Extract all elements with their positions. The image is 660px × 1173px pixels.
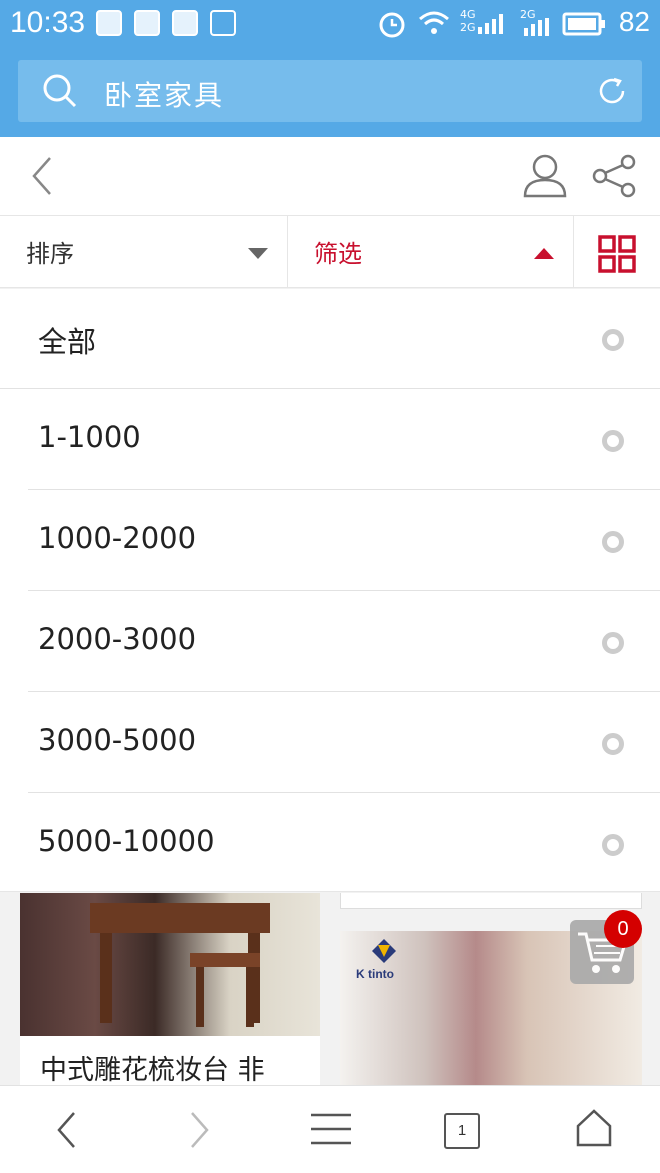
uc-browser-notification-icon [96,10,122,36]
price-option[interactable]: 2000-3000 [28,592,660,692]
home-icon[interactable] [574,1108,614,1148]
back-arrow-icon[interactable] [28,155,56,197]
filter-bar: 排序 筛选 [0,216,660,288]
brand-logo-text: K tinto [356,967,394,981]
product-image [20,893,320,1036]
uc-browser-notification-icon [172,10,198,36]
wifi-icon [419,11,449,34]
page-header [0,137,660,216]
alarm-icon [379,12,405,38]
price-option-label: 1-1000 [38,420,141,454]
search-icon [43,74,77,108]
price-option-label: 全部 [38,325,97,359]
network-type-label: 4G 2G [460,8,476,34]
grid-view-icon [598,235,636,273]
signal-icon [524,18,549,36]
browser-bottom-bar: 1 [0,1085,660,1173]
price-option[interactable]: 1-1000 [28,390,660,490]
price-option[interactable]: 1000-2000 [28,491,660,591]
radio-button[interactable] [602,632,624,654]
price-option[interactable]: 5000-10000 [28,794,660,894]
product-grid: 中式雕花梳妆台 非 K tinto [0,893,660,1085]
price-option-label: 5000-10000 [38,824,215,858]
search-box[interactable]: 卧室家具 [18,60,642,122]
radio-button[interactable] [602,733,624,755]
battery-icon [562,12,605,36]
product-card[interactable] [340,893,642,909]
caret-up-icon [534,248,554,259]
share-icon[interactable] [590,153,638,199]
uc-browser-notification-icon [134,10,160,36]
user-icon[interactable] [522,153,568,199]
cart-count-badge: 0 [604,910,642,948]
image-notification-icon [210,10,236,36]
price-filter-dropdown: 全部 1-1000 1000-2000 2000-3000 3000-5000 … [0,289,660,892]
radio-button[interactable] [602,834,624,856]
menu-icon[interactable] [310,1112,352,1146]
sort-label: 排序 [26,240,74,268]
browser-back-icon[interactable] [54,1110,78,1150]
status-bar: 10:33 4G 2G 2G 82 [0,0,660,48]
battery-level: 82 [618,6,650,37]
tabs-button[interactable]: 1 [444,1113,480,1149]
status-time: 10:33 [10,6,86,39]
filter-label: 筛选 [314,240,362,268]
browser-address-bar: 卧室家具 [0,48,660,137]
browser-forward-icon[interactable] [188,1110,212,1150]
radio-button[interactable] [602,531,624,553]
radio-button[interactable] [602,430,624,452]
price-option-label: 3000-5000 [38,723,197,757]
sort-dropdown[interactable]: 排序 [0,216,288,288]
radio-button[interactable] [602,329,624,351]
product-card[interactable]: 中式雕花梳妆台 非 [20,893,320,1085]
price-option[interactable]: 3000-5000 [28,693,660,793]
caret-down-icon [248,248,268,259]
filter-dropdown[interactable]: 筛选 [288,216,574,288]
price-option-label: 1000-2000 [38,521,197,555]
product-name: 中式雕花梳妆台 非 [40,1055,265,1085]
refresh-icon[interactable] [596,75,628,107]
dressing-table-image [90,903,270,1027]
grid-view-toggle[interactable] [574,216,660,288]
signal-icon [478,14,503,34]
price-option-label: 2000-3000 [38,622,197,656]
price-option[interactable]: 全部 [0,289,660,389]
search-query[interactable]: 卧室家具 [104,74,224,114]
